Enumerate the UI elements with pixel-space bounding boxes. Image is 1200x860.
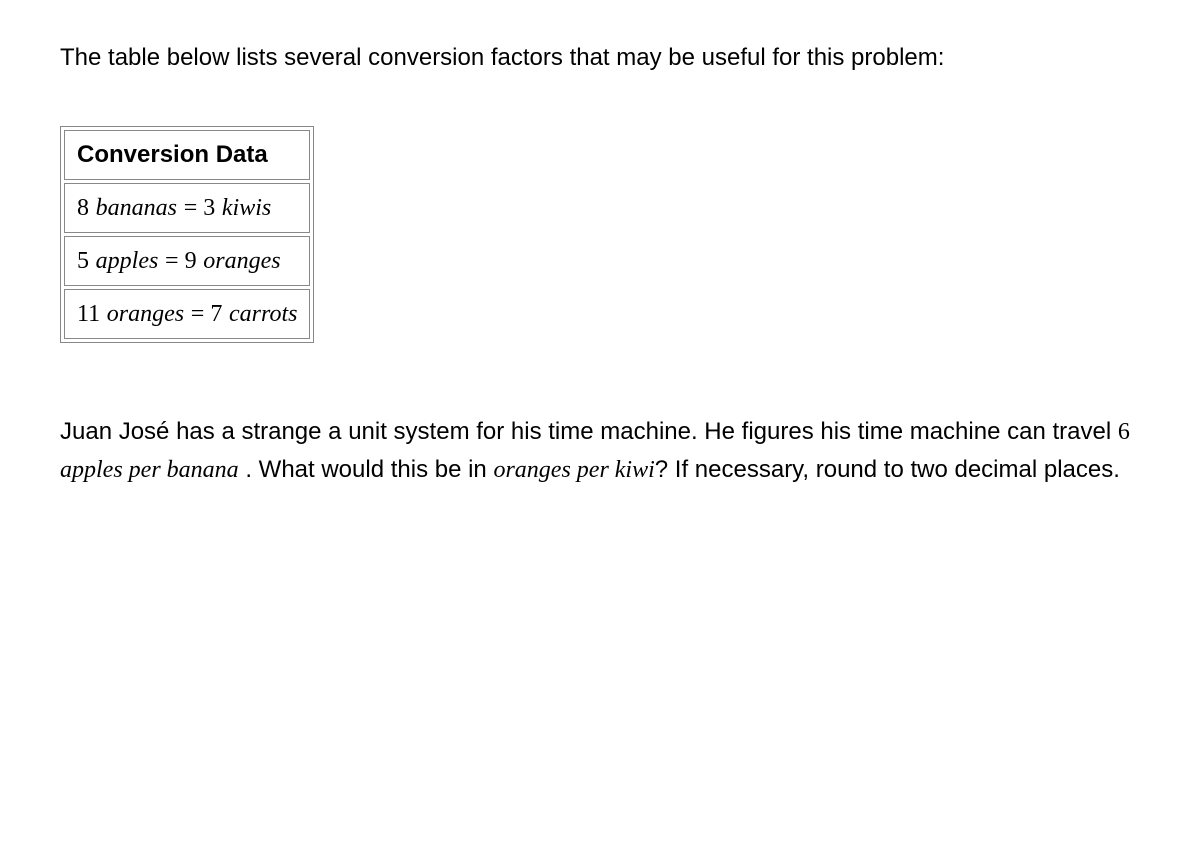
- question-part3: ? If necessary, round to two decimal pla…: [655, 456, 1120, 483]
- question-part2: . What would this be in: [239, 456, 494, 483]
- equals-sign: =: [184, 195, 204, 221]
- table-row: 5 apples = 9 oranges: [64, 236, 310, 286]
- rate-num: 6: [1118, 419, 1130, 445]
- question-text: Juan José has a strange a unit system fo…: [60, 413, 1140, 489]
- right-unit: kiwis: [222, 195, 271, 221]
- equals-sign: =: [165, 248, 185, 274]
- conversion-cell: 8 bananas = 3 kiwis: [64, 183, 310, 233]
- left-unit: bananas: [96, 195, 177, 221]
- equals-sign: =: [191, 301, 211, 327]
- target-unit: oranges per kiwi: [493, 457, 654, 483]
- right-num: 9: [185, 248, 197, 274]
- conversion-cell: 5 apples = 9 oranges: [64, 236, 310, 286]
- question-part1: Juan José has a strange a unit system fo…: [60, 418, 1118, 445]
- left-num: 11: [77, 301, 100, 327]
- conversion-cell: 11 oranges = 7 carrots: [64, 289, 310, 339]
- conversion-table: Conversion Data 8 bananas = 3 kiwis 5 ap…: [60, 126, 314, 343]
- right-unit: carrots: [229, 301, 297, 327]
- left-unit: apples: [96, 248, 159, 274]
- right-num: 3: [203, 195, 215, 221]
- left-unit: oranges: [107, 301, 184, 327]
- conversion-table-wrap: Conversion Data 8 bananas = 3 kiwis 5 ap…: [60, 126, 1140, 343]
- table-row: 11 oranges = 7 carrots: [64, 289, 310, 339]
- left-num: 5: [77, 248, 89, 274]
- intro-text: The table below lists several conversion…: [60, 40, 1140, 76]
- right-unit: oranges: [203, 248, 280, 274]
- left-num: 8: [77, 195, 89, 221]
- table-row: 8 bananas = 3 kiwis: [64, 183, 310, 233]
- rate-unit: apples per banana: [60, 457, 239, 483]
- table-header: Conversion Data: [64, 130, 310, 180]
- right-num: 7: [210, 301, 222, 327]
